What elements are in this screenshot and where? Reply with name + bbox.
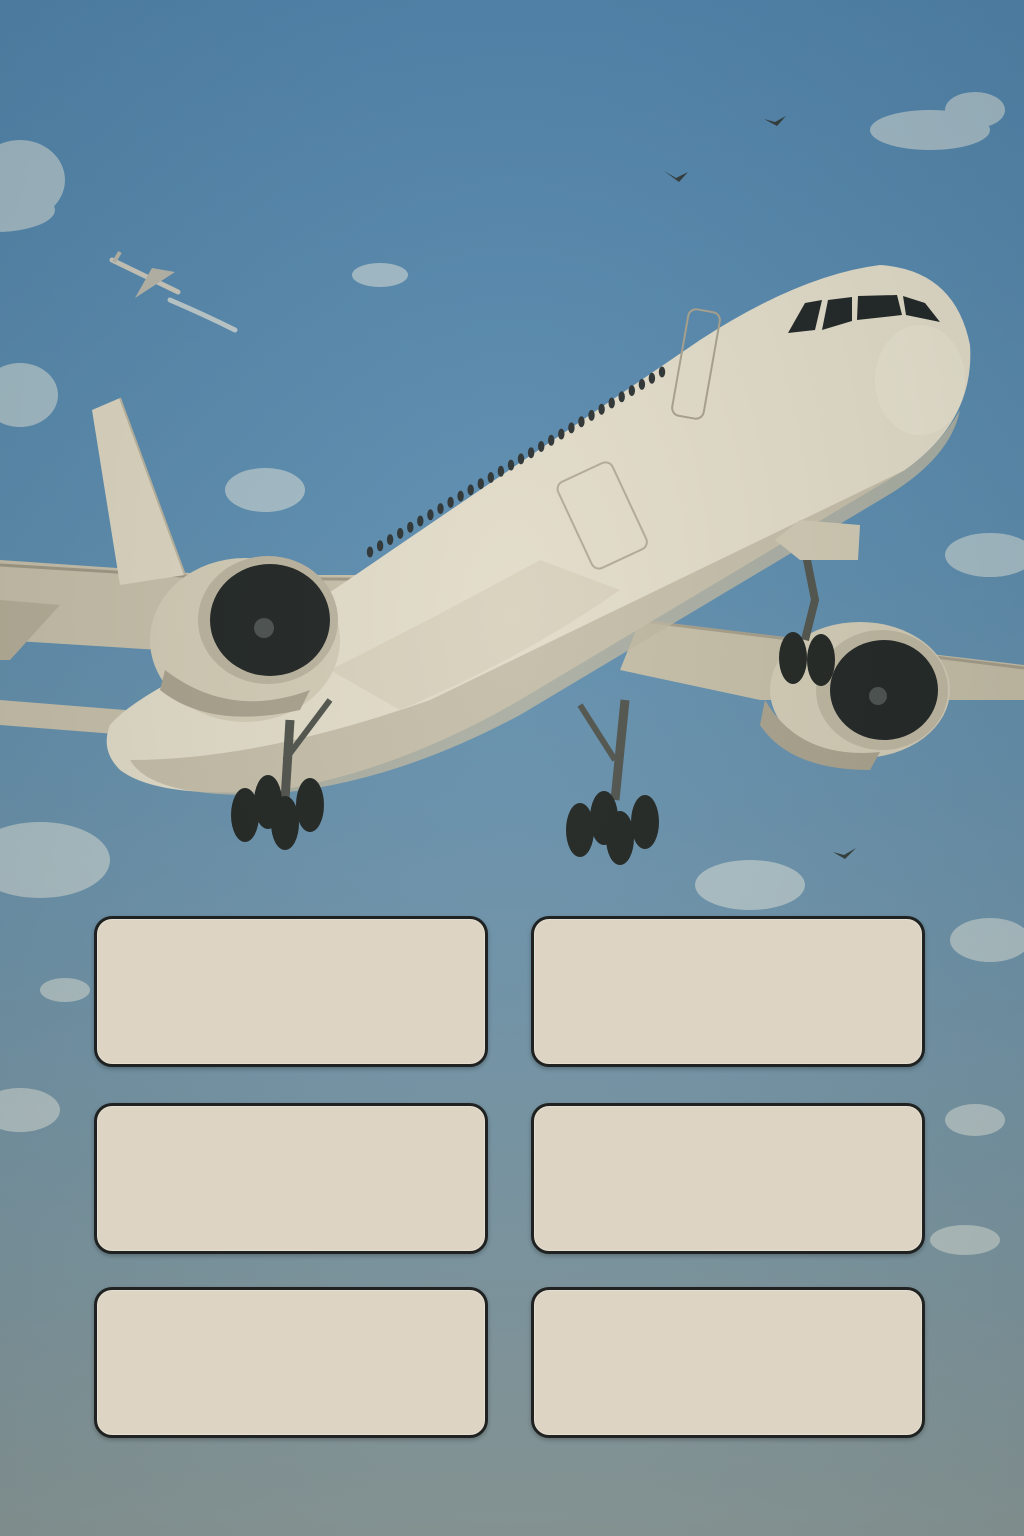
passenger-window	[568, 422, 575, 434]
passenger-window	[366, 546, 374, 558]
option-button-1[interactable]	[94, 916, 488, 1067]
option-button-2[interactable]	[531, 916, 925, 1067]
passenger-window	[628, 385, 635, 397]
option-button-4[interactable]	[531, 1103, 925, 1254]
passenger-window	[658, 366, 666, 378]
passenger-window	[447, 496, 454, 508]
option-button-5[interactable]	[94, 1287, 488, 1438]
poster-background	[0, 0, 1024, 1536]
passenger-window	[578, 416, 585, 428]
distant-jet	[109, 250, 238, 333]
passenger-window	[618, 391, 625, 403]
passenger-window	[517, 453, 525, 465]
passenger-window	[386, 534, 394, 546]
airliner	[0, 265, 1024, 865]
passenger-window	[487, 472, 494, 483]
passenger-window	[417, 515, 424, 527]
option-button-6[interactable]	[531, 1287, 925, 1438]
passenger-window	[407, 521, 414, 533]
passenger-window	[598, 403, 605, 415]
passenger-window	[538, 441, 545, 452]
passenger-window	[558, 428, 565, 440]
passenger-window	[437, 503, 444, 515]
passenger-window	[457, 490, 464, 502]
option-button-3[interactable]	[94, 1103, 488, 1254]
passenger-window	[527, 447, 535, 459]
passenger-window	[376, 540, 384, 552]
passenger-window	[397, 527, 404, 539]
passenger-window	[648, 372, 656, 384]
passenger-window	[548, 434, 555, 446]
passenger-window	[608, 397, 615, 409]
passenger-window	[507, 459, 515, 471]
passenger-window	[497, 465, 505, 477]
passenger-window	[477, 478, 484, 490]
passenger-window	[467, 484, 474, 496]
passenger-window	[638, 378, 646, 390]
passenger-window	[427, 509, 434, 521]
passenger-window	[588, 409, 595, 421]
